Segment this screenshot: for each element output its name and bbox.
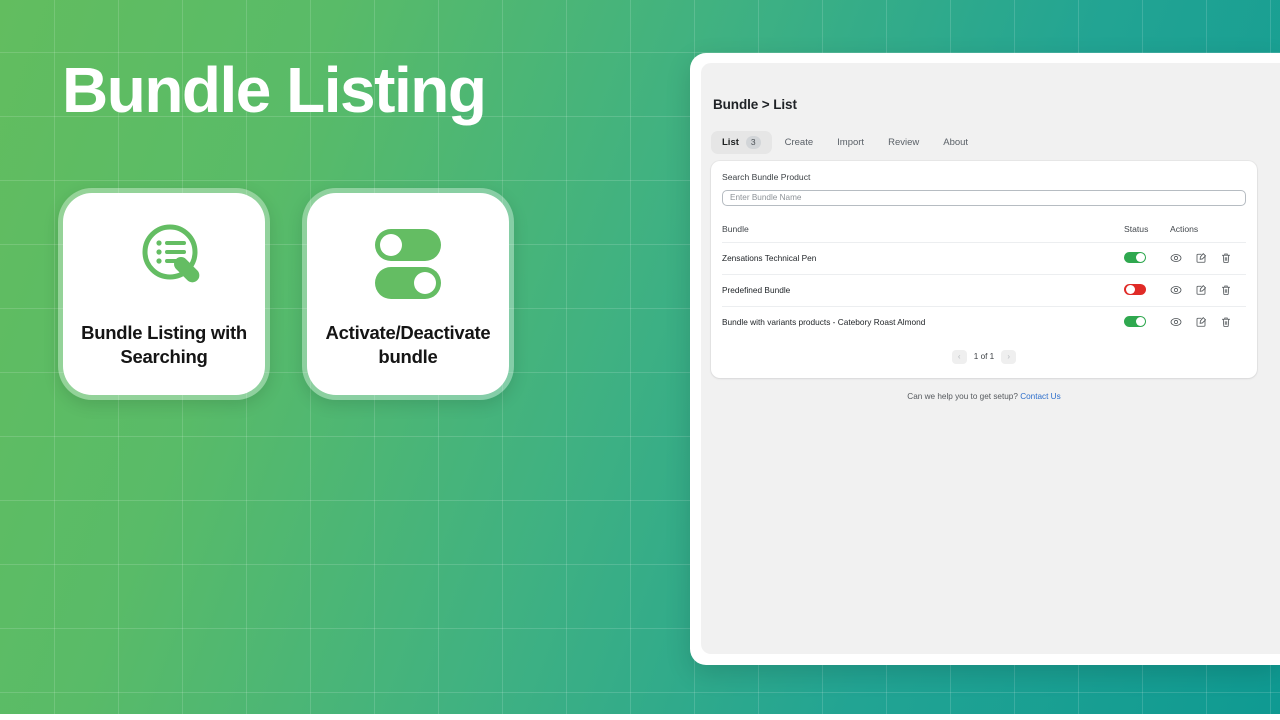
pagination-prev-button[interactable]: ‹ xyxy=(951,349,967,364)
help-text: Can we help you to get setup? xyxy=(907,392,1018,401)
table-row[interactable]: Bundle with variants products - Catebory… xyxy=(722,305,1246,338)
tab-list[interactable]: List 3 xyxy=(711,131,772,155)
tab-create[interactable]: Create xyxy=(774,132,825,153)
tab-label: About xyxy=(943,137,969,149)
cell-status xyxy=(1124,273,1170,306)
table-row[interactable]: Predefined Bundle xyxy=(722,273,1246,306)
magnifier-list-icon xyxy=(125,219,203,305)
feature-card-activate[interactable]: Activate/Deactivate bundle xyxy=(302,188,514,400)
app-panel: Bundle > List List 3 Create Import Revie… xyxy=(690,53,1280,665)
search-input[interactable] xyxy=(722,189,1246,206)
toggle-switches-icon xyxy=(363,219,453,305)
tab-about[interactable]: About xyxy=(932,132,979,153)
cell-status xyxy=(1124,241,1170,274)
tab-label: Review xyxy=(888,137,920,149)
cell-bundle-name: Predefined Bundle xyxy=(722,273,1124,306)
column-header-status: Status xyxy=(1124,223,1149,234)
column-header-actions: Actions xyxy=(1170,223,1199,234)
screenshot-root: Bundle Listing Bundle Listing with Searc… xyxy=(0,0,1280,720)
cell-actions xyxy=(1170,305,1246,338)
app-panel-surface: Bundle > List List 3 Create Import Revie… xyxy=(701,63,1280,654)
edit-icon[interactable] xyxy=(1195,316,1207,328)
tab-label: List xyxy=(722,137,739,149)
breadcrumb: Bundle > List xyxy=(713,97,797,112)
bottom-strip xyxy=(0,714,1280,720)
feature-card-list: Bundle Listing with Searching Activate/D… xyxy=(58,188,514,400)
pagination: ‹ 1 of 1 › xyxy=(722,338,1246,370)
tab-import[interactable]: Import xyxy=(826,132,875,153)
bundle-table: Bundle Status Actions Zensations Technic… xyxy=(722,224,1246,338)
feature-card-label: Activate/Deactivate bundle xyxy=(325,322,491,367)
tab-review[interactable]: Review xyxy=(877,132,930,153)
contact-us-link[interactable]: Contact Us xyxy=(1020,392,1061,401)
table-header-row: Bundle Status Actions xyxy=(722,224,1246,243)
page-title: Bundle Listing xyxy=(62,54,487,126)
edit-icon[interactable] xyxy=(1195,252,1207,264)
feature-card-label: Bundle Listing with Searching xyxy=(81,322,247,367)
pagination-next-button[interactable]: › xyxy=(1001,349,1017,364)
view-icon[interactable] xyxy=(1170,252,1182,264)
status-toggle[interactable] xyxy=(1124,251,1146,263)
tab-label: Import xyxy=(837,137,865,149)
delete-icon[interactable] xyxy=(1220,284,1232,296)
column-header-bundle: Bundle xyxy=(722,223,749,234)
feature-card-searching[interactable]: Bundle Listing with Searching xyxy=(58,188,270,400)
tab-label: Create xyxy=(784,137,814,149)
delete-icon[interactable] xyxy=(1220,316,1232,328)
view-icon[interactable] xyxy=(1170,316,1182,328)
help-footer: Can we help you to get setup? Contact Us xyxy=(711,392,1257,401)
cell-bundle-name: Zensations Technical Pen xyxy=(722,241,1124,274)
tab-bar: List 3 Create Import Review About xyxy=(711,131,979,155)
cell-status xyxy=(1124,305,1170,338)
edit-icon[interactable] xyxy=(1195,284,1207,296)
view-icon[interactable] xyxy=(1170,284,1182,296)
table-row[interactable]: Zensations Technical Pen xyxy=(722,241,1246,274)
delete-icon[interactable] xyxy=(1220,252,1232,264)
cell-actions xyxy=(1170,241,1246,274)
bundle-list-card: Search Bundle Product Bundle Status Acti… xyxy=(711,161,1257,378)
cell-actions xyxy=(1170,273,1246,306)
search-field-label: Search Bundle Product xyxy=(722,172,811,182)
tab-badge-count: 3 xyxy=(745,136,761,150)
pagination-label: 1 of 1 xyxy=(973,352,995,361)
status-toggle[interactable] xyxy=(1124,283,1146,295)
status-toggle[interactable] xyxy=(1124,315,1146,327)
cell-bundle-name: Bundle with variants products - Catebory… xyxy=(722,305,1124,338)
